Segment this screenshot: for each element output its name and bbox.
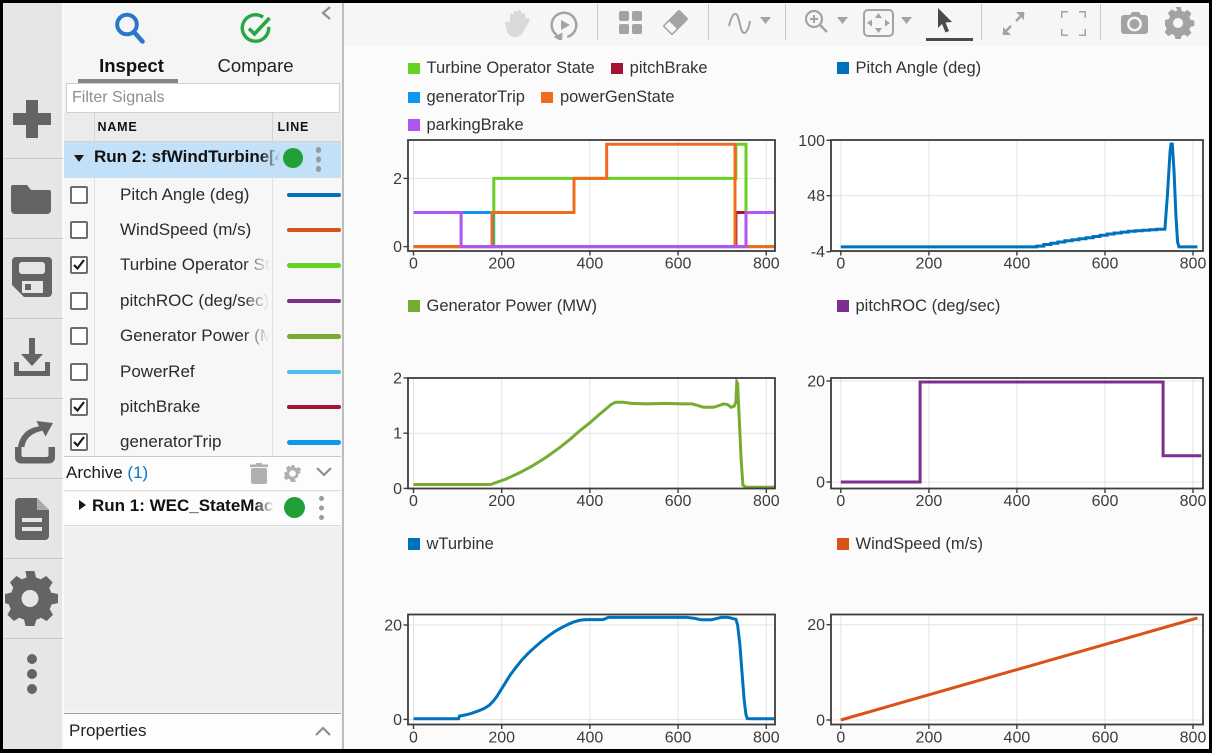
svg-text:400: 400 [1004,493,1031,510]
svg-text:600: 600 [1092,730,1119,747]
svg-text:800: 800 [753,493,780,510]
svg-text:0: 0 [836,256,845,273]
svg-text:20: 20 [384,618,402,635]
svg-text:200: 200 [488,493,515,510]
svg-text:0: 0 [816,475,825,492]
svg-text:0: 0 [393,239,402,256]
svg-text:600: 600 [1092,493,1119,510]
svg-text:600: 600 [665,730,692,747]
svg-text:0: 0 [409,730,418,747]
svg-text:2: 2 [393,171,402,188]
svg-text:1: 1 [393,426,402,443]
svg-text:200: 200 [916,493,943,510]
svg-text:800: 800 [1180,493,1207,510]
svg-text:0: 0 [836,730,845,747]
svg-text:200: 200 [916,730,943,747]
svg-text:800: 800 [1180,730,1207,747]
svg-text:400: 400 [1004,256,1031,273]
svg-text:200: 200 [488,256,515,273]
svg-text:800: 800 [753,256,780,273]
svg-text:800: 800 [1180,256,1207,273]
svg-text:400: 400 [577,730,604,747]
svg-text:0: 0 [836,493,845,510]
svg-text:0: 0 [816,713,825,730]
svg-text:100: 100 [798,133,825,150]
svg-text:-4: -4 [811,244,825,261]
svg-text:20: 20 [807,374,825,391]
svg-text:600: 600 [1092,256,1119,273]
svg-text:2: 2 [393,371,402,388]
svg-text:0: 0 [393,712,402,729]
svg-text:600: 600 [665,493,692,510]
svg-text:200: 200 [488,730,515,747]
svg-text:20: 20 [807,617,825,634]
svg-text:48: 48 [807,188,825,205]
svg-text:400: 400 [1004,730,1031,747]
svg-text:600: 600 [665,256,692,273]
svg-text:0: 0 [409,493,418,510]
svg-text:400: 400 [577,256,604,273]
svg-text:0: 0 [393,481,402,498]
svg-text:200: 200 [916,256,943,273]
svg-text:0: 0 [409,256,418,273]
svg-text:800: 800 [753,730,780,747]
svg-text:400: 400 [577,493,604,510]
